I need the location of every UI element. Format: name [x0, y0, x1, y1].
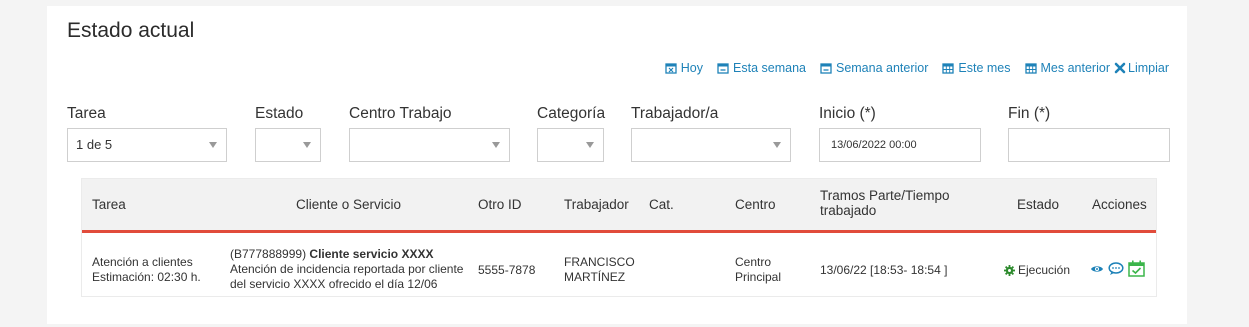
clear-filters-link[interactable]: Limpiar: [1114, 61, 1169, 75]
row-tarea-estimate: Estimación: 02:30 h.: [92, 270, 201, 284]
fin-filter: Fin (*): [1008, 104, 1170, 162]
tasks-table: Tarea Cliente o Servicio Otro ID Trabaja…: [81, 178, 1157, 297]
filter-last-month-link[interactable]: Mes anterior: [1024, 61, 1110, 75]
estado-select[interactable]: [255, 128, 321, 162]
col-header-tramos[interactable]: Tramos Parte/Tiempo trabajado: [820, 188, 950, 218]
chevron-down-icon: [492, 142, 500, 148]
col-header-cat[interactable]: Cat.: [649, 197, 674, 212]
row-trabajador-line1: FRANCISCO: [564, 255, 635, 269]
row-centro-line2: Principal: [735, 270, 782, 284]
calendar-grid-icon: [1024, 63, 1037, 74]
row-trabajador-line2: MARTÍNEZ: [564, 270, 626, 284]
chevron-down-icon: [773, 142, 781, 148]
clear-filters-label: Limpiar: [1128, 61, 1169, 75]
categoria-filter: Categoría: [537, 104, 606, 162]
comment-icon[interactable]: [1108, 261, 1124, 276]
row-otro-id: 5555-7878: [478, 263, 536, 277]
row-centro: Centro Principal: [735, 255, 781, 285]
filter-today-link[interactable]: Hoy: [665, 61, 703, 75]
table-header: Tarea Cliente o Servicio Otro ID Trabaja…: [82, 179, 1156, 233]
estado-filter-label: Estado: [255, 105, 304, 122]
filter-this-month-link[interactable]: Este mes: [942, 61, 1011, 75]
categoria-select[interactable]: [537, 128, 604, 162]
col-header-tarea[interactable]: Tarea: [92, 197, 126, 212]
row-trabajador: FRANCISCO MARTÍNEZ: [564, 255, 635, 285]
calendar-grid-icon: [942, 63, 955, 74]
row-tarea-name: Atención a clientes: [92, 255, 193, 269]
inicio-filter: Inicio (*) 13/06/2022 00:00: [819, 104, 981, 162]
inicio-filter-label: Inicio (*): [819, 105, 876, 122]
tarea-filter-label: Tarea: [67, 105, 106, 122]
row-centro-line1: Centro: [735, 255, 772, 269]
categoria-filter-label: Categoría: [537, 105, 606, 122]
fin-input[interactable]: [1008, 128, 1170, 162]
filter-this-week-label: Esta semana: [733, 61, 806, 75]
row-tramos: 13/06/22 [18:53- 18:54 ]: [820, 263, 948, 277]
centro-filter-label: Centro Trabajo: [349, 105, 452, 122]
row-cliente-desc-2: del servicio XXXX ofrecido el día 12/06: [230, 277, 438, 291]
filter-last-month-label: Mes anterior: [1040, 61, 1110, 75]
row-cliente-desc-1: Atención de incidencia reportada por cli…: [230, 262, 464, 276]
row-tarea: Atención a clientes Estimación: 02:30 h.: [92, 255, 201, 285]
trabajador-select[interactable]: [631, 128, 791, 162]
col-header-trabajador[interactable]: Trabajador: [564, 197, 629, 212]
filter-last-week-label: Semana anterior: [835, 61, 929, 75]
tarea-filter: Tarea 1 de 5: [67, 104, 227, 162]
filter-last-week-link[interactable]: Semana anterior: [820, 61, 928, 75]
row-cliente: (B777888999) Cliente servicio XXXX Atenc…: [230, 247, 463, 292]
chevron-down-icon: [586, 142, 594, 148]
calendar-minus-icon: [820, 63, 832, 74]
calendar-minus-icon: [717, 63, 729, 74]
col-header-centro[interactable]: Centro: [735, 197, 776, 212]
chevron-down-icon: [303, 142, 311, 148]
row-cliente-name[interactable]: Cliente servicio XXXX: [309, 247, 433, 261]
col-header-tramos-line2: trabajado: [820, 203, 877, 218]
chevron-down-icon: [209, 142, 217, 148]
inicio-input-value: 13/06/2022 00:00: [831, 139, 917, 151]
status-panel: Estado actual Hoy Esta semana Semana ant…: [47, 6, 1187, 324]
fin-filter-label: Fin (*): [1008, 105, 1051, 122]
eye-icon[interactable]: [1090, 263, 1104, 275]
col-header-cliente[interactable]: Cliente o Servicio: [296, 197, 401, 212]
calendar-check-icon[interactable]: [1128, 260, 1145, 277]
col-header-otro-id[interactable]: Otro ID: [478, 197, 522, 212]
calendar-x-icon: [665, 63, 677, 74]
filter-this-week-link[interactable]: Esta semana: [717, 61, 806, 75]
tarea-select[interactable]: 1 de 5: [67, 128, 227, 162]
trabajador-filter: Trabajador/a: [631, 104, 791, 162]
filter-today-label: Hoy: [680, 61, 704, 75]
trabajador-filter-label: Trabajador/a: [631, 105, 719, 122]
inicio-input[interactable]: 13/06/2022 00:00: [819, 128, 981, 162]
centro-filter: Centro Trabajo: [349, 104, 510, 162]
centro-select[interactable]: [349, 128, 510, 162]
row-cliente-code: (B777888999): [230, 247, 307, 261]
estado-filter: Estado: [255, 104, 321, 162]
status-label: Ejecución: [1018, 263, 1071, 277]
filter-this-month-label: Este mes: [958, 61, 1011, 75]
row-actions: [1090, 260, 1145, 277]
col-header-estado[interactable]: Estado: [1017, 197, 1059, 212]
quick-date-filters: Hoy Esta semana Semana anterior Este mes…: [665, 61, 1169, 75]
x-icon: [1114, 62, 1126, 74]
gear-icon: [1004, 265, 1015, 276]
col-header-tramos-line1: Tramos Parte/Tiempo: [820, 188, 950, 203]
tarea-select-value: 1 de 5: [76, 137, 113, 152]
page-title: Estado actual: [67, 19, 195, 42]
status-badge: Ejecución: [1004, 263, 1070, 278]
col-header-acciones: Acciones: [1092, 197, 1147, 212]
